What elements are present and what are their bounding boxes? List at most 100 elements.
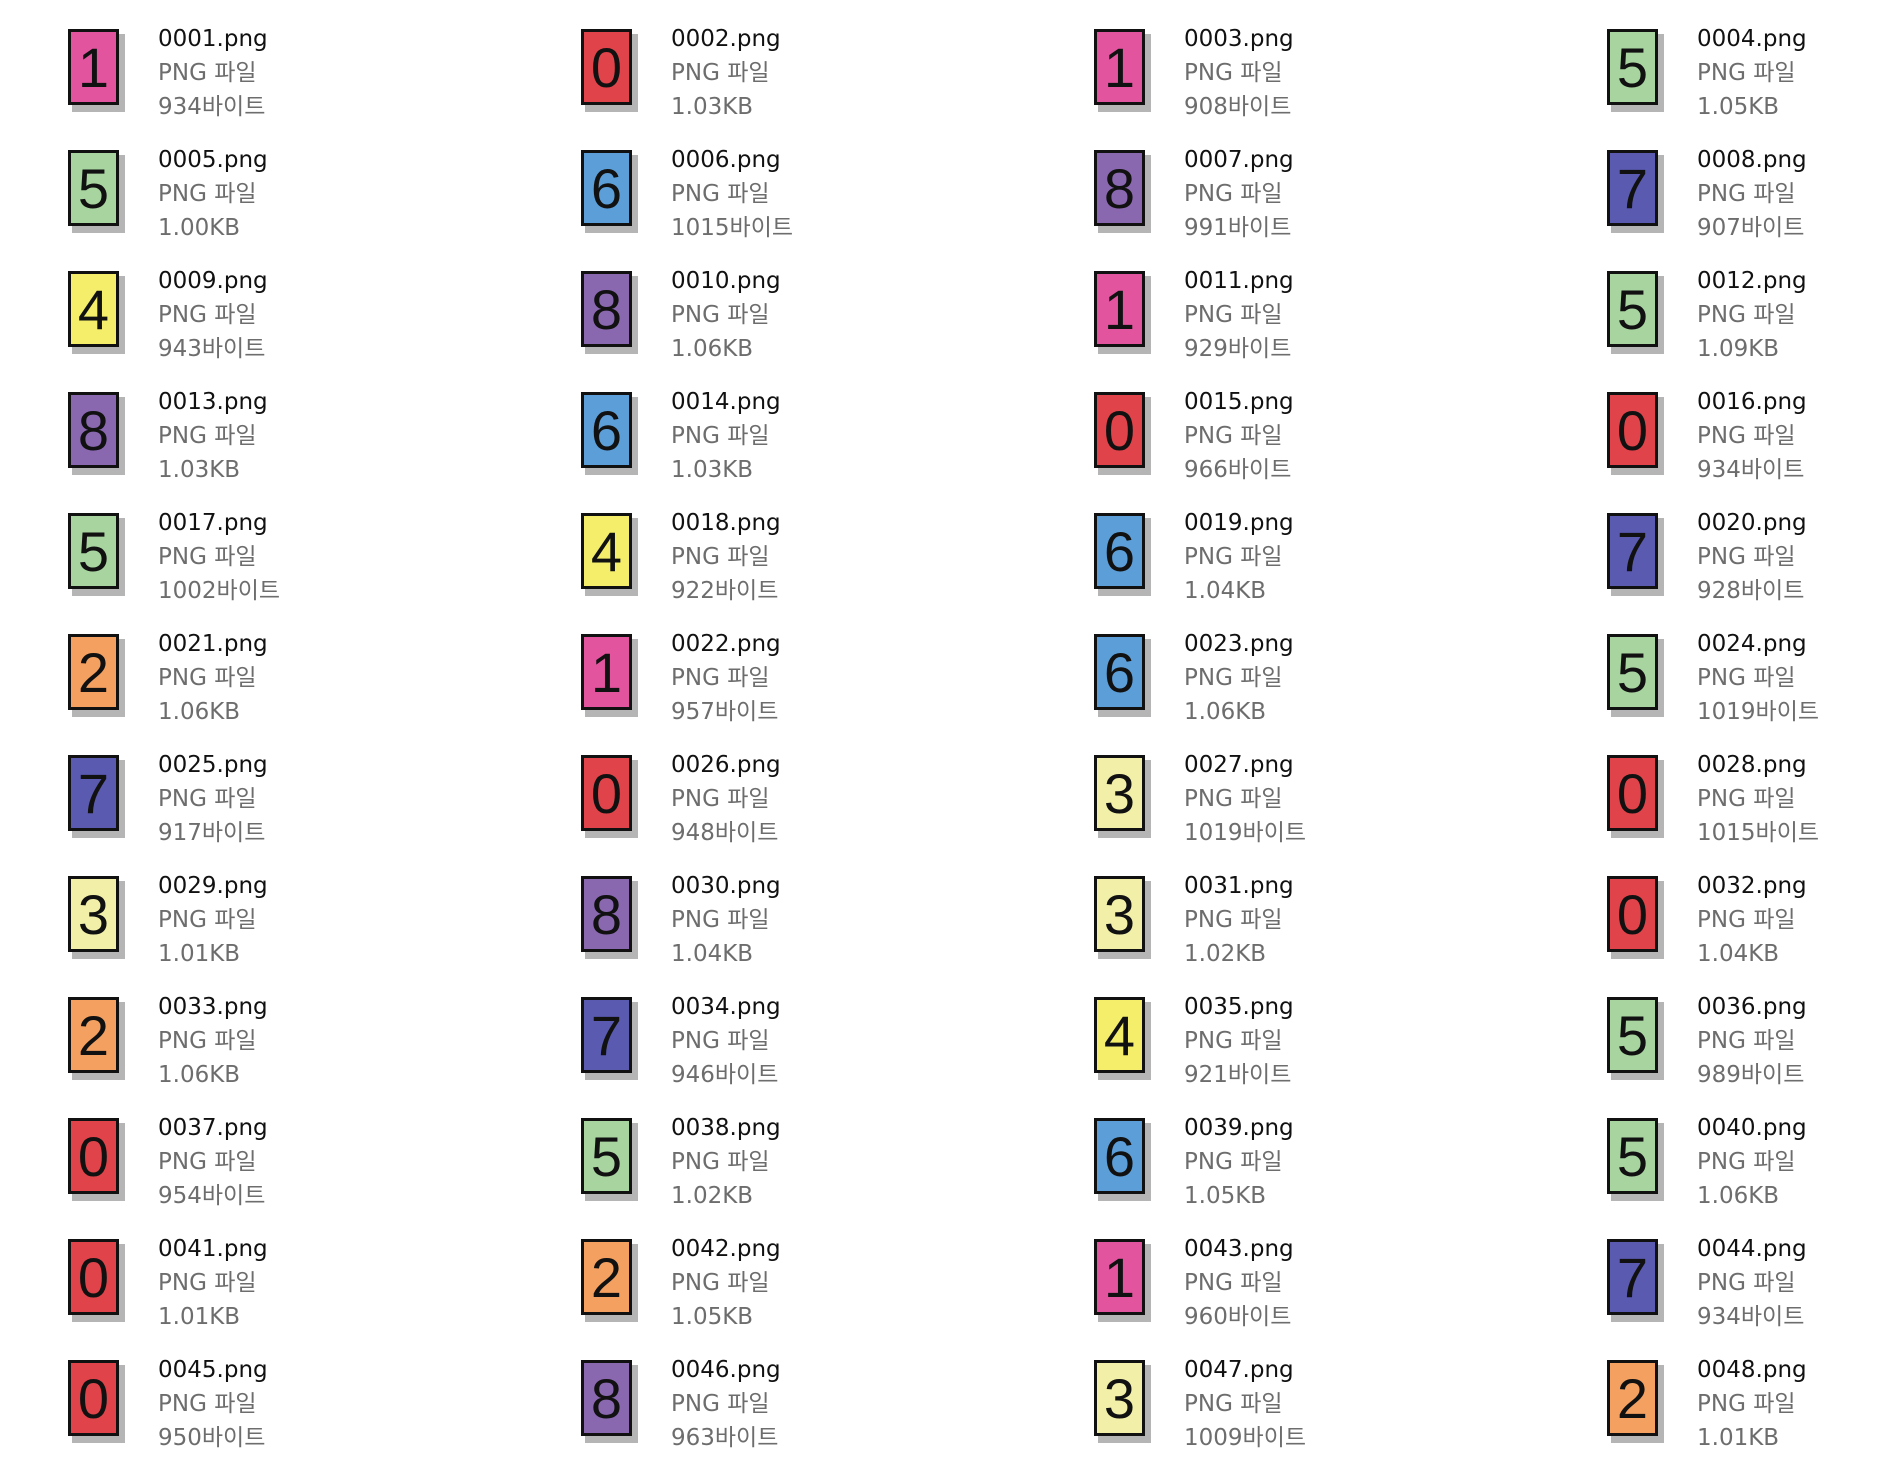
file-thumbnail[interactable]: 2 (1607, 1360, 1664, 1443)
file-item[interactable]: 5 0017.png PNG 파일 1002바이트 (68, 506, 581, 627)
file-item[interactable]: 1 0022.png PNG 파일 957바이트 (581, 627, 1094, 748)
file-item[interactable]: 7 0034.png PNG 파일 946바이트 (581, 990, 1094, 1111)
file-item[interactable]: 4 0018.png PNG 파일 922바이트 (581, 506, 1094, 627)
file-item[interactable]: 0 0041.png PNG 파일 1.01KB (68, 1232, 581, 1353)
file-item[interactable]: 6 0014.png PNG 파일 1.03KB (581, 385, 1094, 506)
file-name[interactable]: 0024.png (1697, 627, 1819, 661)
file-item[interactable]: 7 0025.png PNG 파일 917바이트 (68, 748, 581, 869)
file-thumbnail[interactable]: 0 (581, 29, 638, 112)
file-thumbnail[interactable]: 4 (581, 513, 638, 596)
file-thumbnail[interactable]: 2 (68, 997, 125, 1080)
file-item[interactable]: 7 0044.png PNG 파일 934바이트 (1607, 1232, 1880, 1353)
file-thumbnail[interactable]: 7 (1607, 513, 1664, 596)
file-thumbnail[interactable]: 0 (1607, 392, 1664, 475)
file-name[interactable]: 0029.png (158, 869, 268, 903)
file-thumbnail[interactable]: 6 (1094, 634, 1151, 717)
file-name[interactable]: 0015.png (1184, 385, 1294, 419)
file-thumbnail[interactable]: 0 (1094, 392, 1151, 475)
file-name[interactable]: 0021.png (158, 627, 268, 661)
file-thumbnail[interactable]: 0 (68, 1118, 125, 1201)
file-thumbnail[interactable]: 0 (1607, 876, 1664, 959)
file-item[interactable]: 0 0015.png PNG 파일 966바이트 (1094, 385, 1607, 506)
file-item[interactable]: 1 0003.png PNG 파일 908바이트 (1094, 22, 1607, 143)
file-thumbnail[interactable]: 7 (68, 755, 125, 838)
file-thumbnail[interactable]: 8 (68, 392, 125, 475)
file-item[interactable]: 7 0020.png PNG 파일 928바이트 (1607, 506, 1880, 627)
file-name[interactable]: 0026.png (671, 748, 781, 782)
file-name[interactable]: 0028.png (1697, 748, 1819, 782)
file-thumbnail[interactable]: 3 (1094, 755, 1151, 838)
file-thumbnail[interactable]: 1 (1094, 29, 1151, 112)
file-name[interactable]: 0012.png (1697, 264, 1807, 298)
file-name[interactable]: 0047.png (1184, 1353, 1306, 1387)
file-thumbnail[interactable]: 0 (68, 1239, 125, 1322)
file-thumbnail[interactable]: 8 (1094, 150, 1151, 233)
file-name[interactable]: 0019.png (1184, 506, 1294, 540)
file-name[interactable]: 0032.png (1697, 869, 1807, 903)
file-item[interactable]: 2 0021.png PNG 파일 1.06KB (68, 627, 581, 748)
file-item[interactable]: 0 0037.png PNG 파일 954바이트 (68, 1111, 581, 1232)
file-item[interactable]: 8 0010.png PNG 파일 1.06KB (581, 264, 1094, 385)
file-name[interactable]: 0001.png (158, 22, 268, 56)
file-thumbnail[interactable]: 0 (581, 755, 638, 838)
file-item[interactable]: 5 0005.png PNG 파일 1.00KB (68, 143, 581, 264)
file-thumbnail[interactable]: 7 (1607, 1239, 1664, 1322)
file-thumbnail[interactable]: 5 (1607, 997, 1664, 1080)
file-item[interactable]: 1 0043.png PNG 파일 960바이트 (1094, 1232, 1607, 1353)
file-thumbnail[interactable]: 5 (1607, 29, 1664, 112)
file-item[interactable]: 0 0045.png PNG 파일 950바이트 (68, 1353, 581, 1474)
file-name[interactable]: 0035.png (1184, 990, 1294, 1024)
file-item[interactable]: 8 0013.png PNG 파일 1.03KB (68, 385, 581, 506)
file-name[interactable]: 0044.png (1697, 1232, 1807, 1266)
file-name[interactable]: 0005.png (158, 143, 268, 177)
file-name[interactable]: 0042.png (671, 1232, 781, 1266)
file-item[interactable]: 7 0008.png PNG 파일 907바이트 (1607, 143, 1880, 264)
file-item[interactable]: 5 0004.png PNG 파일 1.05KB (1607, 22, 1880, 143)
file-thumbnail[interactable]: 8 (581, 876, 638, 959)
file-thumbnail[interactable]: 5 (68, 513, 125, 596)
file-thumbnail[interactable]: 6 (581, 392, 638, 475)
file-name[interactable]: 0023.png (1184, 627, 1294, 661)
file-item[interactable]: 3 0027.png PNG 파일 1019바이트 (1094, 748, 1607, 869)
file-name[interactable]: 0013.png (158, 385, 268, 419)
file-name[interactable]: 0020.png (1697, 506, 1807, 540)
file-name[interactable]: 0027.png (1184, 748, 1306, 782)
file-thumbnail[interactable]: 4 (1094, 997, 1151, 1080)
file-thumbnail[interactable]: 8 (581, 1360, 638, 1443)
file-item[interactable]: 0 0002.png PNG 파일 1.03KB (581, 22, 1094, 143)
file-name[interactable]: 0045.png (158, 1353, 268, 1387)
file-name[interactable]: 0017.png (158, 506, 280, 540)
file-thumbnail[interactable]: 6 (581, 150, 638, 233)
file-name[interactable]: 0033.png (158, 990, 268, 1024)
file-name[interactable]: 0014.png (671, 385, 781, 419)
file-thumbnail[interactable]: 7 (1607, 150, 1664, 233)
file-name[interactable]: 0025.png (158, 748, 268, 782)
file-thumbnail[interactable]: 8 (581, 271, 638, 354)
file-thumbnail[interactable]: 0 (1607, 755, 1664, 838)
file-item[interactable]: 5 0024.png PNG 파일 1019바이트 (1607, 627, 1880, 748)
file-thumbnail[interactable]: 0 (68, 1360, 125, 1443)
file-name[interactable]: 0006.png (671, 143, 793, 177)
file-name[interactable]: 0048.png (1697, 1353, 1807, 1387)
file-name[interactable]: 0008.png (1697, 143, 1807, 177)
file-name[interactable]: 0041.png (158, 1232, 268, 1266)
file-item[interactable]: 0 0028.png PNG 파일 1015바이트 (1607, 748, 1880, 869)
file-item[interactable]: 2 0042.png PNG 파일 1.05KB (581, 1232, 1094, 1353)
file-thumbnail[interactable]: 1 (1094, 271, 1151, 354)
file-item[interactable]: 1 0011.png PNG 파일 929바이트 (1094, 264, 1607, 385)
file-item[interactable]: 0 0032.png PNG 파일 1.04KB (1607, 869, 1880, 990)
file-item[interactable]: 6 0023.png PNG 파일 1.06KB (1094, 627, 1607, 748)
file-item[interactable]: 8 0046.png PNG 파일 963바이트 (581, 1353, 1094, 1474)
file-name[interactable]: 0007.png (1184, 143, 1294, 177)
file-item[interactable]: 0 0016.png PNG 파일 934바이트 (1607, 385, 1880, 506)
file-thumbnail[interactable]: 3 (1094, 876, 1151, 959)
file-item[interactable]: 3 0029.png PNG 파일 1.01KB (68, 869, 581, 990)
file-name[interactable]: 0004.png (1697, 22, 1807, 56)
file-item[interactable]: 5 0040.png PNG 파일 1.06KB (1607, 1111, 1880, 1232)
file-thumbnail[interactable]: 5 (581, 1118, 638, 1201)
file-name[interactable]: 0003.png (1184, 22, 1294, 56)
file-item[interactable]: 3 0047.png PNG 파일 1009바이트 (1094, 1353, 1607, 1474)
file-name[interactable]: 0002.png (671, 22, 781, 56)
file-thumbnail[interactable]: 6 (1094, 513, 1151, 596)
file-thumbnail[interactable]: 3 (1094, 1360, 1151, 1443)
